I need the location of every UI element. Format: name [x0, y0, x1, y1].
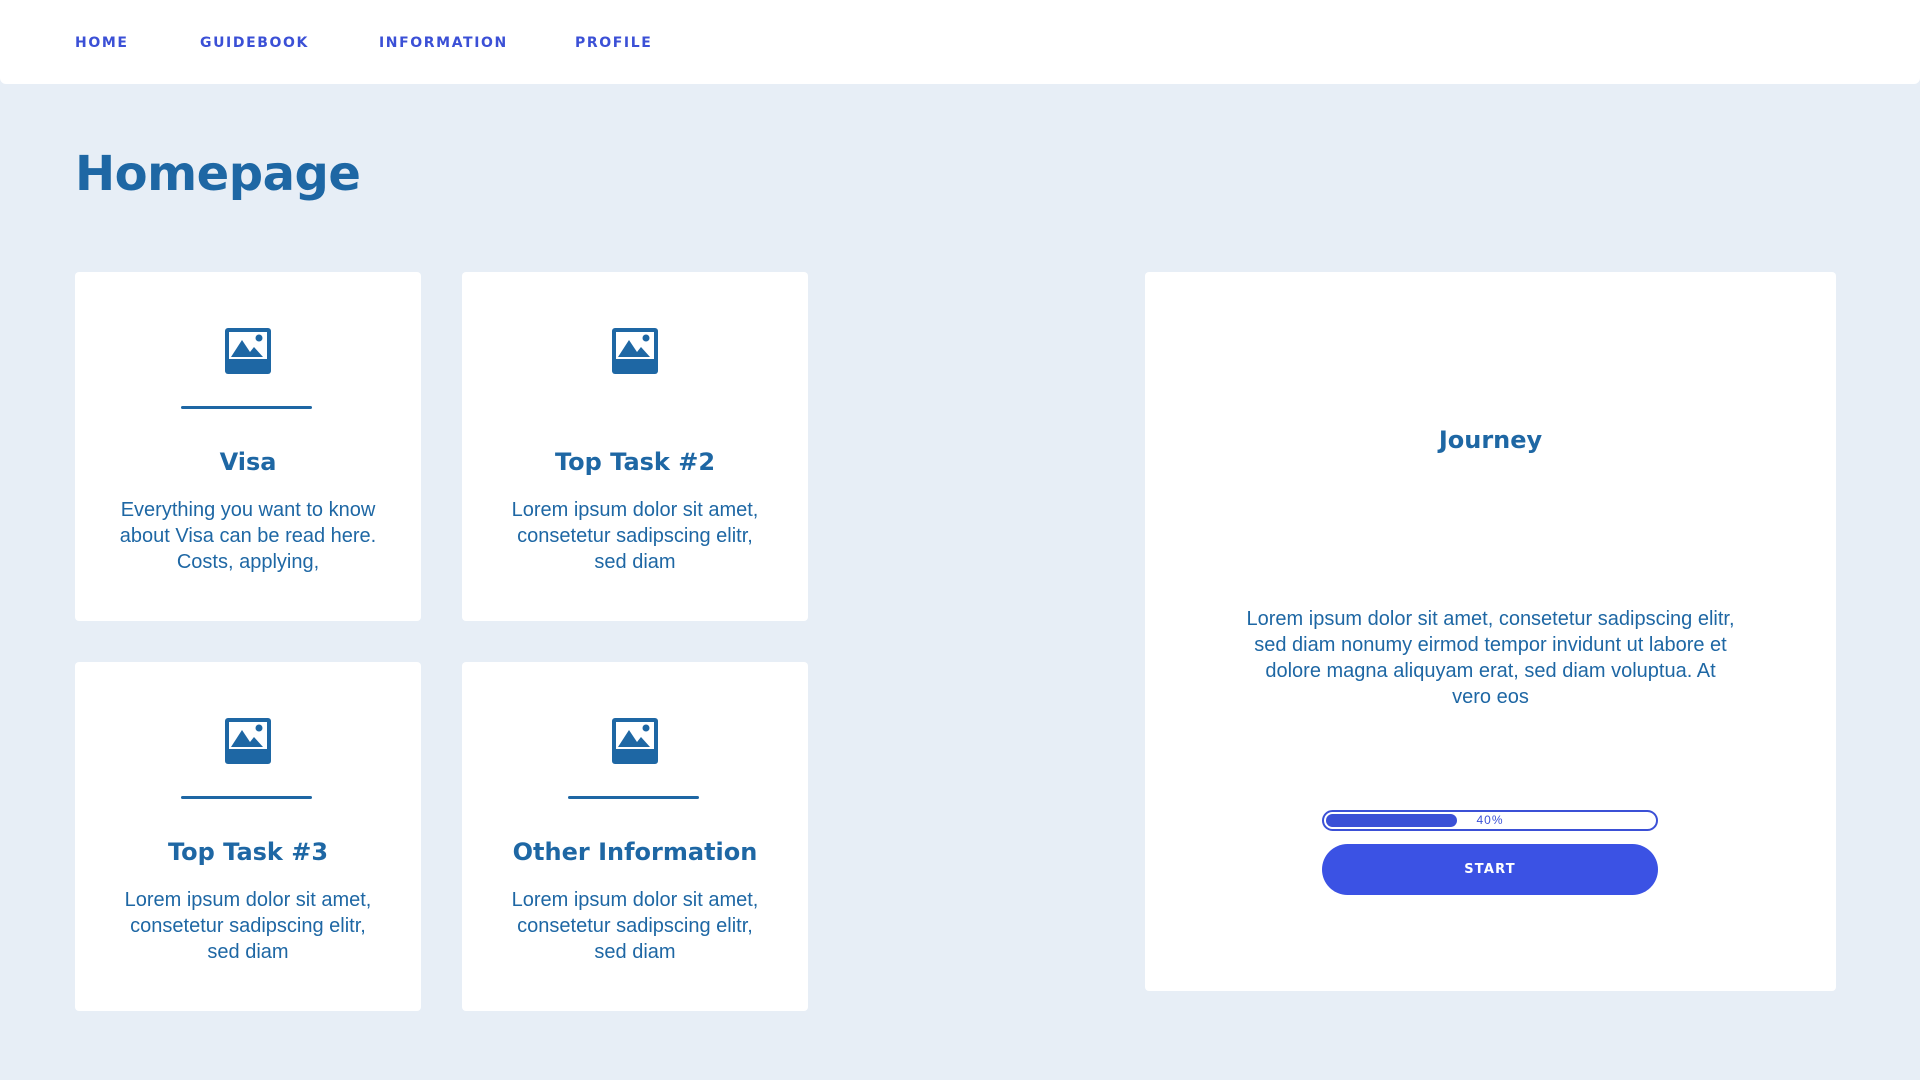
nav-profile[interactable]: PROFILE: [575, 35, 652, 51]
journey-progress-bar: 40%: [1322, 810, 1658, 831]
card-divider: [181, 796, 312, 799]
nav-guidebook[interactable]: GUIDEBOOK: [200, 35, 309, 51]
nav-home[interactable]: HOME: [75, 35, 129, 51]
card-divider: [181, 406, 312, 409]
card-title: Top Task #3: [167, 838, 329, 866]
image-icon: [612, 328, 658, 374]
card-description: Lorem ipsum dolor sit amet, consetetur s…: [511, 499, 759, 573]
image-icon: [612, 718, 658, 764]
card-title: Other Information: [512, 838, 758, 866]
journey-title: Journey: [1438, 426, 1543, 454]
card-description: Lorem ipsum dolor sit amet, consetetur s…: [124, 889, 372, 963]
card-top-task-3[interactable]: Top Task #3 Lorem ipsum dolor sit amet, …: [75, 662, 421, 1011]
journey-description: Lorem ipsum dolor sit amet, consetetur s…: [1246, 608, 1735, 708]
card-title: Top Task #2: [554, 448, 716, 476]
card-description: Everything you want to know about Visa c…: [119, 499, 377, 573]
card-top-task-2[interactable]: Top Task #2 Lorem ipsum dolor sit amet, …: [462, 272, 808, 621]
journey-panel: Journey Lorem ipsum dolor sit amet, cons…: [1145, 272, 1836, 991]
image-icon: [225, 328, 271, 374]
start-button[interactable]: START: [1322, 844, 1658, 895]
top-navigation: HOME GUIDEBOOK INFORMATION PROFILE: [0, 0, 1920, 84]
card-divider: [568, 796, 699, 799]
nav-information[interactable]: INFORMATION: [379, 35, 508, 51]
card-description: Lorem ipsum dolor sit amet, consetetur s…: [511, 889, 759, 963]
page-title: Homepage: [75, 146, 361, 202]
progress-label: 40%: [1476, 813, 1504, 827]
card-other-information[interactable]: Other Information Lorem ipsum dolor sit …: [462, 662, 808, 1011]
card-title: Visa: [219, 448, 277, 476]
card-visa[interactable]: Visa Everything you want to know about V…: [75, 272, 421, 621]
image-icon: [225, 718, 271, 764]
